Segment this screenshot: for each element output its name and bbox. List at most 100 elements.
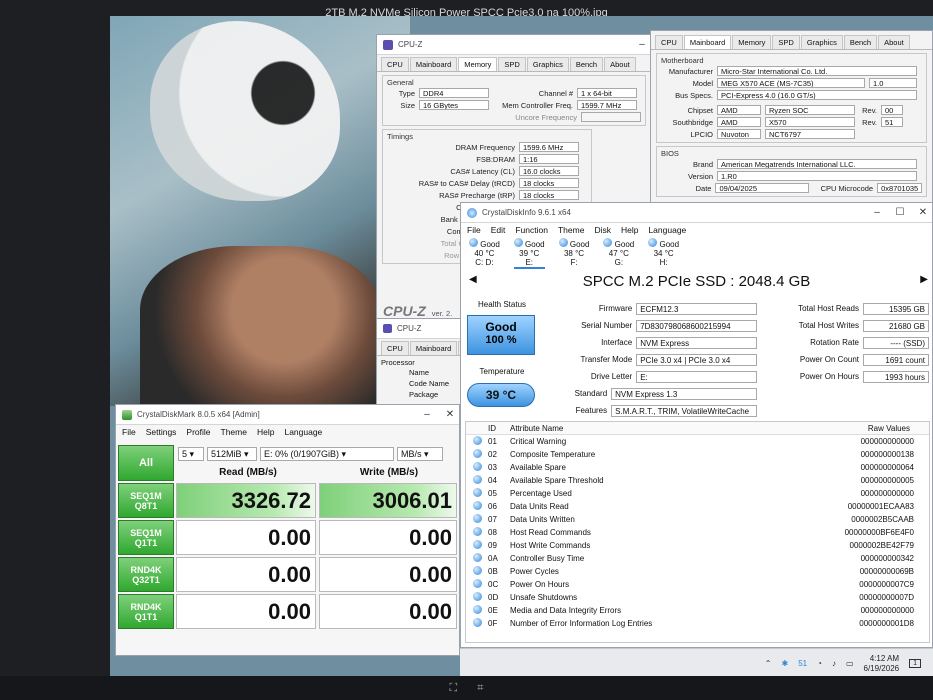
table-row[interactable]: 08 Host Read Commands 00000000BF6E4F0 bbox=[466, 526, 929, 539]
table-row[interactable]: 0B Power Cycles 00000000069B bbox=[466, 565, 929, 578]
menu-profile[interactable]: Profile bbox=[186, 427, 210, 437]
menu-file[interactable]: File bbox=[467, 225, 481, 235]
drive-tab[interactable]: Good 34 °C H: bbox=[648, 238, 679, 269]
tab-mainboard[interactable]: Mainboard bbox=[683, 35, 732, 49]
drive-tab[interactable]: Good 38 °C F: bbox=[558, 238, 589, 269]
tab-mainboard[interactable]: Mainboard bbox=[409, 57, 458, 71]
mcf-value: 1599.7 MHz bbox=[577, 100, 637, 110]
tab-spd[interactable]: SPD bbox=[772, 35, 800, 49]
table-row[interactable]: 06 Data Units Read 00000001ECAA83 bbox=[466, 500, 929, 513]
notification-icon[interactable]: 1 bbox=[909, 659, 921, 668]
cpuz-version: ver. 2. bbox=[431, 309, 453, 318]
temperature-box: 39 °C bbox=[467, 383, 535, 407]
drive-select[interactable]: E: 0% (0/1907GiB) ▾ bbox=[260, 447, 394, 461]
tab-spd[interactable]: SPD bbox=[498, 57, 526, 71]
volume-icon[interactable]: ♪ bbox=[832, 659, 836, 668]
crop-icon[interactable]: ⌗ bbox=[477, 682, 483, 695]
table-row[interactable]: 07 Data Units Written 0000002B5CAAB bbox=[466, 513, 929, 526]
tab-memory[interactable]: Memory bbox=[732, 35, 772, 49]
chevron-up-icon[interactable]: ⌃ bbox=[765, 659, 772, 668]
tray-badge[interactable]: 51 bbox=[798, 659, 807, 668]
table-row[interactable]: 03 Available Spare 000000000064 bbox=[466, 461, 929, 474]
close-icon[interactable]: ✕ bbox=[441, 409, 459, 420]
test-button-rnd4k-q32t1[interactable]: RND4K Q32T1 bbox=[118, 557, 174, 592]
unit-value: MB/s bbox=[401, 449, 422, 459]
menu-language[interactable]: Language bbox=[648, 225, 686, 235]
table-row[interactable]: 01 Critical Warning 000000000000 bbox=[466, 435, 929, 448]
test-button-seq1m-q1t1[interactable]: SEQ1M Q1T1 bbox=[118, 520, 174, 555]
maximize-icon[interactable]: ☐ bbox=[891, 207, 909, 218]
cdi-titlebar[interactable]: CrystalDiskInfo 9.6.1 x64 – ☐ ✕ bbox=[461, 203, 932, 223]
fit-screen-icon[interactable]: ⛶ bbox=[450, 682, 458, 695]
status-dot-icon bbox=[472, 449, 482, 458]
table-row[interactable]: 0F Number of Error Information Log Entrie… bbox=[466, 617, 929, 630]
clock[interactable]: 4:12 AM 6/19/2026 bbox=[864, 654, 900, 674]
battery-icon[interactable]: ▭ bbox=[846, 659, 854, 668]
attr-id: 08 bbox=[488, 528, 497, 537]
tab-about[interactable]: About bbox=[878, 35, 910, 49]
drive-temp: 39 °C bbox=[519, 249, 540, 258]
tab-about[interactable]: About bbox=[604, 57, 636, 71]
cpuz-cpu-titlebar[interactable]: CPU-Z bbox=[377, 319, 461, 339]
col-raw-values: Raw Values bbox=[867, 423, 910, 433]
lpcio-name: NCT6797 bbox=[765, 129, 855, 139]
menu-disk[interactable]: Disk bbox=[594, 225, 611, 235]
table-row[interactable]: 0A Controller Busy Time 000000000342 bbox=[466, 552, 929, 565]
next-disk-icon[interactable]: ▶ bbox=[920, 274, 928, 285]
drive-tab[interactable]: Good 40 °C C: D: bbox=[469, 238, 500, 269]
all-button[interactable]: All bbox=[118, 445, 174, 481]
status-dot-icon bbox=[472, 462, 482, 471]
timing-label: CAS# Latency (CL) bbox=[450, 166, 515, 176]
minimize-icon[interactable]: – bbox=[868, 207, 886, 218]
cdm-titlebar[interactable]: CrystalDiskMark 8.0.5 x64 [Admin] – ✕ bbox=[116, 405, 459, 425]
test-button-seq1m-q8t1[interactable]: SEQ1M Q8T1 bbox=[118, 483, 174, 518]
menu-function[interactable]: Function bbox=[515, 225, 548, 235]
tab-cpu[interactable]: CPU bbox=[381, 341, 409, 355]
read-value: 0.00 bbox=[176, 557, 316, 592]
minimize-icon[interactable]: – bbox=[418, 409, 436, 420]
tab-graphics[interactable]: Graphics bbox=[800, 35, 843, 49]
unit-select[interactable]: MB/s ▾ bbox=[397, 447, 443, 461]
read-value: 0.00 bbox=[176, 594, 316, 629]
tab-memory[interactable]: Memory bbox=[458, 57, 498, 71]
wifi-icon[interactable]: ◔ bbox=[817, 659, 822, 668]
table-row[interactable]: 09 Host Write Commands 0000002BE42F79 bbox=[466, 539, 929, 552]
drive-tab[interactable]: Good 47 °C G: bbox=[603, 238, 634, 269]
menu-help[interactable]: Help bbox=[621, 225, 638, 235]
tab-graphics[interactable]: Graphics bbox=[526, 57, 569, 71]
prev-disk-icon[interactable]: ◀ bbox=[469, 274, 477, 285]
menu-file[interactable]: File bbox=[122, 427, 136, 437]
cpuz-memory-titlebar[interactable]: CPU-Z – bbox=[377, 35, 651, 55]
close-icon[interactable]: ✕ bbox=[914, 207, 932, 218]
bluetooth-icon[interactable]: ✱ bbox=[781, 659, 788, 668]
table-row[interactable]: 0C Power On Hours 0000000007C9 bbox=[466, 578, 929, 591]
tab-cpu[interactable]: CPU bbox=[655, 35, 683, 49]
table-row[interactable]: 05 Percentage Used 000000000000 bbox=[466, 487, 929, 500]
attr-id: 0C bbox=[488, 580, 499, 589]
menu-edit[interactable]: Edit bbox=[491, 225, 506, 235]
menu-theme[interactable]: Theme bbox=[221, 427, 247, 437]
size-select[interactable]: 512MiB ▾ bbox=[207, 447, 257, 461]
table-row[interactable]: 04 Available Spare Threshold 000000000005 bbox=[466, 474, 929, 487]
drive-temp: 34 °C bbox=[653, 249, 674, 258]
tab-bench[interactable]: Bench bbox=[569, 57, 604, 71]
cdi-menu: File Edit Function Theme Disk Help Langu… bbox=[461, 223, 932, 237]
count-select[interactable]: 5 ▾ bbox=[178, 447, 204, 461]
test-line2: Q1T1 bbox=[134, 611, 158, 622]
rotation-rate-value: ---- (SSD) bbox=[863, 336, 929, 349]
tab-cpu[interactable]: CPU bbox=[381, 57, 409, 71]
tab-bench[interactable]: Bench bbox=[843, 35, 878, 49]
tab-mainboard[interactable]: Mainboard bbox=[409, 341, 458, 355]
table-row[interactable]: 02 Composite Temperature 000000000138 bbox=[466, 448, 929, 461]
minimize-icon[interactable]: – bbox=[633, 39, 651, 50]
menu-theme[interactable]: Theme bbox=[558, 225, 584, 235]
test-button-rnd4k-q1t1[interactable]: RND4K Q1T1 bbox=[118, 594, 174, 629]
drive-tab-active[interactable]: Good 39 °C E: bbox=[513, 238, 545, 269]
menu-help[interactable]: Help bbox=[257, 427, 274, 437]
chipset-vendor: AMD bbox=[717, 105, 761, 115]
table-row[interactable]: 0D Unsafe Shutdowns 00000000007D bbox=[466, 591, 929, 604]
menu-language[interactable]: Language bbox=[284, 427, 322, 437]
attr-raw: 000000000000 bbox=[860, 489, 914, 498]
table-row[interactable]: 0E Media and Data Integrity Errors 0000000… bbox=[466, 604, 929, 617]
menu-settings[interactable]: Settings bbox=[146, 427, 177, 437]
